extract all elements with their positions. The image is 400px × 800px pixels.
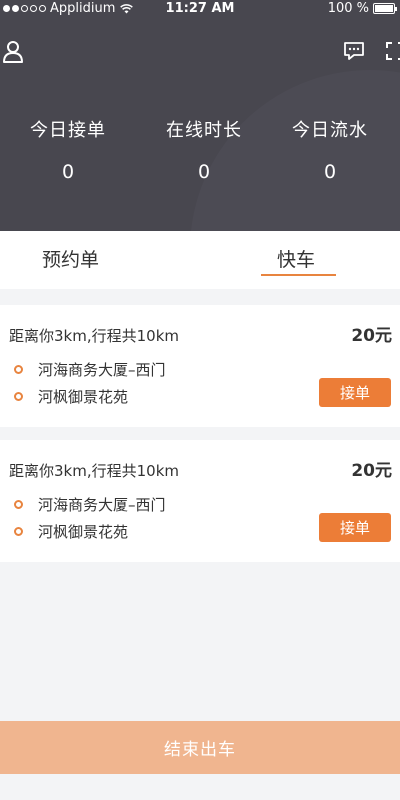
order-card: 距离你3km,行程共10km 20元 河海商务大厦–西门 河枫御景花苑 接单 — [0, 440, 400, 562]
tab-bar: 预约单 快车 — [0, 231, 400, 289]
destination-dot-icon — [14, 392, 23, 401]
stat-label: 在线时长 — [166, 120, 242, 141]
active-tab-indicator — [261, 274, 336, 276]
order-distance: 距离你3km,行程共10km — [9, 327, 179, 345]
order-price: 20元 — [351, 461, 392, 481]
message-icon[interactable] — [343, 41, 365, 61]
stat-today-revenue: 今日流水 0 — [265, 116, 395, 183]
order-distance: 距离你3km,行程共10km — [9, 462, 179, 480]
stat-value: 0 — [323, 161, 337, 183]
stat-label: 今日流水 — [292, 120, 368, 141]
end-shift-button[interactable]: 结束出车 — [0, 721, 400, 774]
origin-dot-icon — [14, 500, 23, 509]
origin-dot-icon — [14, 365, 23, 374]
tab-express[interactable]: 快车 — [277, 245, 315, 272]
status-bar: Applidium 11:27 AM 100 % — [0, 0, 400, 18]
order-destination: 河枫御景花苑 — [38, 388, 129, 406]
accept-order-button[interactable]: 接单 — [319, 378, 391, 407]
status-right: 100 % — [327, 1, 397, 16]
user-icon[interactable] — [2, 40, 24, 64]
stat-label: 今日接单 — [30, 120, 106, 141]
order-price: 20元 — [351, 326, 392, 346]
header-panel: Applidium 11:27 AM 100 % 今日接单 0 在线时长 0 今… — [0, 0, 400, 231]
order-destination: 河枫御景花苑 — [38, 523, 129, 541]
stat-value: 0 — [61, 161, 75, 183]
accept-order-button[interactable]: 接单 — [319, 513, 391, 542]
order-origin: 河海商务大厦–西门 — [38, 496, 166, 514]
stat-online-time: 在线时长 0 — [139, 116, 269, 183]
battery-icon — [373, 3, 397, 14]
tab-reservation[interactable]: 预约单 — [42, 245, 99, 272]
stat-value: 0 — [197, 161, 211, 183]
order-origin: 河海商务大厦–西门 — [38, 361, 166, 379]
stat-today-orders: 今日接单 0 — [3, 116, 133, 183]
stats-row: 今日接单 0 在线时长 0 今日流水 0 — [0, 116, 400, 186]
destination-dot-icon — [14, 527, 23, 536]
battery-percent: 100 % — [327, 1, 369, 16]
scan-icon[interactable] — [385, 41, 400, 61]
order-card: 距离你3km,行程共10km 20元 河海商务大厦–西门 河枫御景花苑 接单 — [0, 305, 400, 427]
